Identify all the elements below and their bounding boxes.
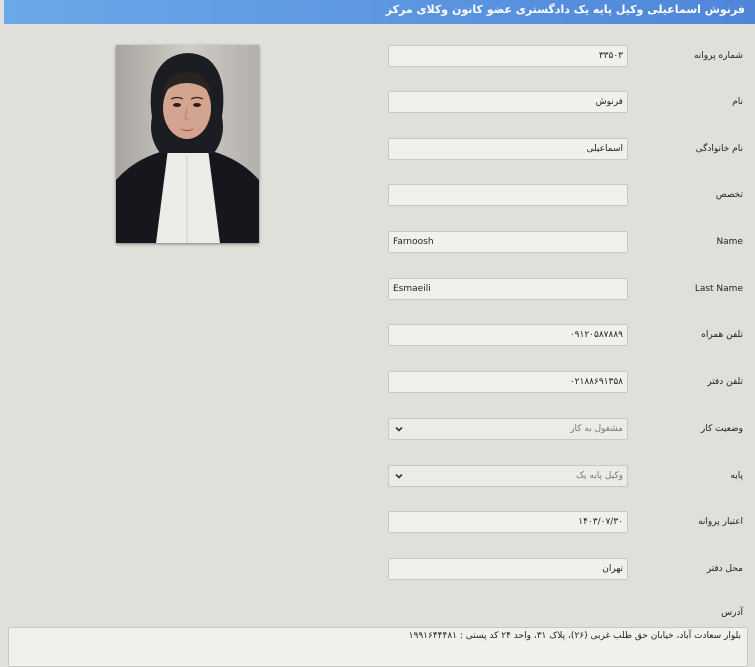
last-name-en-field[interactable]: Esmaeili: [388, 278, 628, 300]
license-number-field[interactable]: ۳۳۵۰۳: [388, 45, 628, 67]
lawyer-photo: [116, 45, 259, 243]
first-name-value: فرنوش: [595, 97, 623, 107]
specialty-label: تخصص: [715, 190, 743, 200]
last-name-label: نام خانوادگی: [695, 144, 743, 154]
license-number-label: شماره پروانه: [693, 51, 743, 61]
address-label: آدرس: [721, 608, 743, 618]
last-name-en-value: Esmaeili: [393, 284, 431, 294]
specialty-field[interactable]: [388, 184, 628, 206]
mobile-field[interactable]: ۰۹۱۲۰۵۸۷۸۸۹: [388, 324, 628, 346]
license-validity-value: ۱۴۰۳/۰۷/۳۰: [578, 517, 623, 527]
first-name-label: نام: [732, 97, 743, 107]
chevron-down-icon[interactable]: [393, 423, 405, 435]
page-title: فرنوش اسماعیلی وکیل پایه یک دادگستری عضو…: [385, 3, 745, 16]
office-location-field[interactable]: تهران: [388, 558, 628, 580]
name-en-label: Name: [716, 237, 743, 247]
grade-value: وکیل پایه یک: [575, 471, 623, 481]
office-location-value: تهران: [602, 564, 623, 574]
last-name-field[interactable]: اسماعیلی: [388, 138, 628, 160]
first-name-field[interactable]: فرنوش: [388, 91, 628, 113]
license-validity-label: اعتبار پروانه: [698, 517, 743, 527]
license-validity-field[interactable]: ۱۴۰۳/۰۷/۳۰: [388, 511, 628, 533]
mobile-label: تلفن همراه: [701, 330, 743, 340]
office-phone-field[interactable]: ۰۲۱۸۸۶۹۱۳۵۸: [388, 371, 628, 393]
office-phone-value: ۰۲۱۸۸۶۹۱۳۵۸: [569, 377, 623, 387]
name-en-field[interactable]: Farnoosh: [388, 231, 628, 253]
grade-select[interactable]: وکیل پایه یک: [388, 465, 628, 487]
page-header: فرنوش اسماعیلی وکیل پایه یک دادگستری عضو…: [4, 0, 755, 24]
chevron-down-icon[interactable]: [393, 470, 405, 482]
mobile-value: ۰۹۱۲۰۵۸۷۸۸۹: [569, 330, 623, 340]
work-status-label: وضعیت کار: [700, 424, 743, 434]
last-name-en-label: Last Name: [694, 284, 743, 294]
address-field[interactable]: بلوار سعادت آباد، خیابان حق طلب غربی (۲۶…: [8, 627, 748, 667]
work-status-select[interactable]: مشغول به کار: [388, 418, 628, 440]
office-phone-label: تلفن دفتر: [707, 377, 743, 387]
grade-label: پایه: [730, 471, 743, 481]
name-en-value: Farnoosh: [393, 237, 434, 247]
portrait-image: [116, 45, 259, 243]
work-status-value: مشغول به کار: [570, 424, 623, 434]
license-number-value: ۳۳۵۰۳: [598, 51, 623, 61]
office-location-label: محل دفتر: [706, 564, 743, 574]
last-name-value: اسماعیلی: [586, 144, 623, 154]
address-value: بلوار سعادت آباد، خیابان حق طلب غربی (۲۶…: [408, 631, 741, 641]
